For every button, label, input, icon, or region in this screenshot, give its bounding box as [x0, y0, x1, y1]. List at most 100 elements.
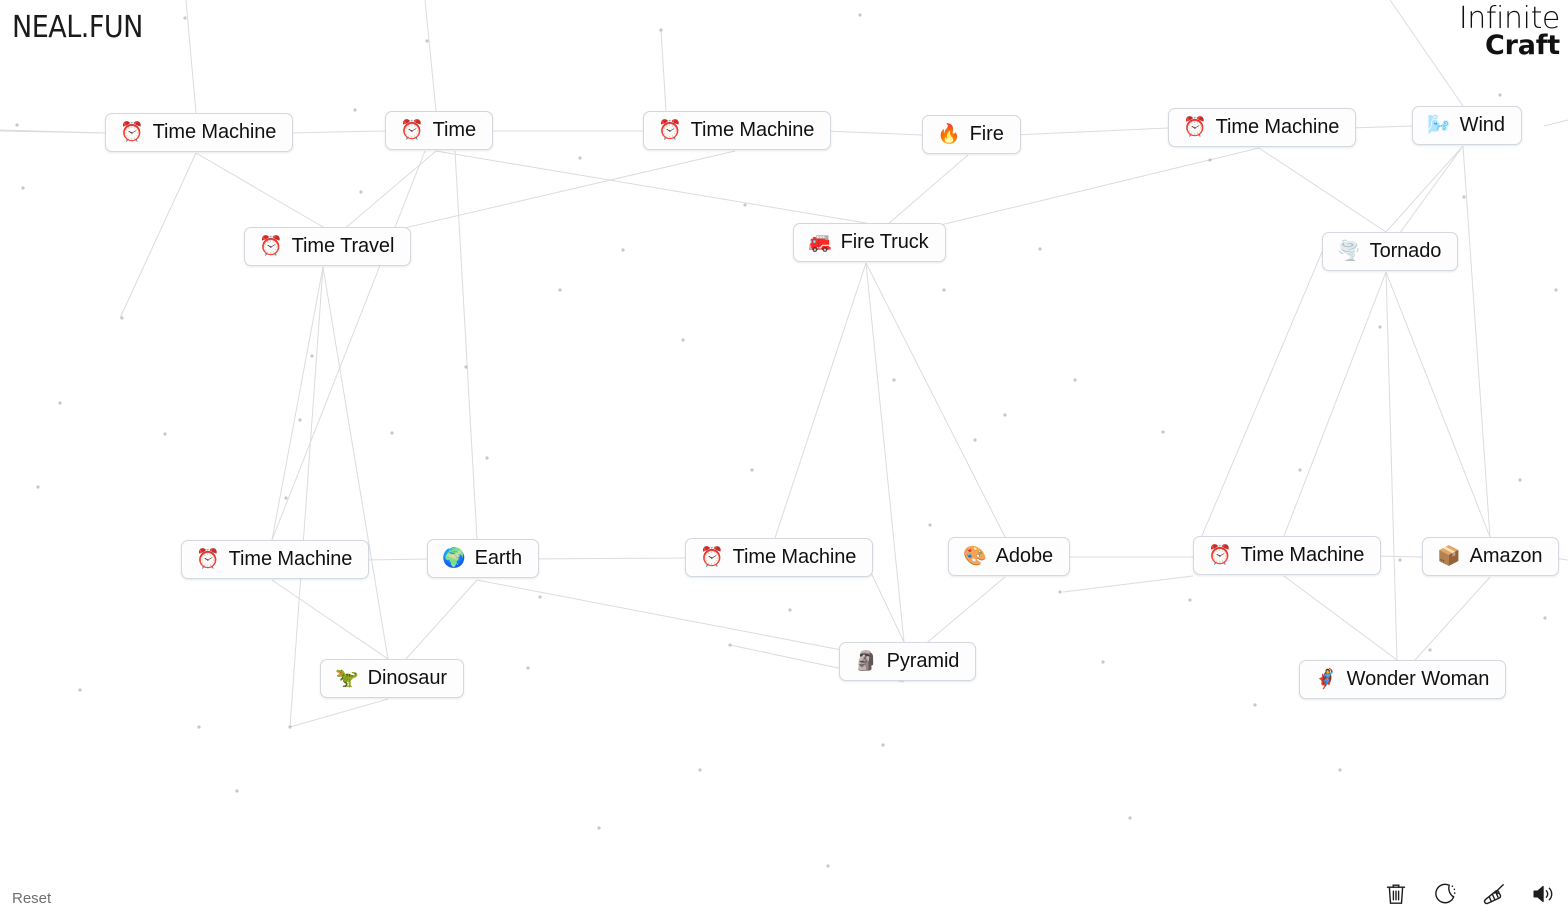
- neal-fun-logo[interactable]: NEAL.FUN: [12, 10, 143, 45]
- connection-line: [195, 152, 324, 228]
- background-dot: [1498, 93, 1502, 97]
- background-dot: [58, 401, 62, 405]
- connection-line: [526, 557, 686, 560]
- element-card[interactable]: 🔥 Fire: [922, 115, 1021, 154]
- element-label: Time: [432, 119, 476, 141]
- background-dot: [36, 485, 40, 489]
- connection-line: [119, 152, 197, 319]
- element-card[interactable]: 🌪️ Tornado: [1322, 232, 1459, 271]
- element-card[interactable]: 📦 Amazon: [1422, 537, 1560, 576]
- background-dot: [235, 789, 239, 793]
- dinosaur-icon: 🦖: [335, 666, 359, 689]
- element-card[interactable]: ⏰ Time: [385, 111, 493, 150]
- element-card[interactable]: ⏰ Time Machine: [105, 113, 294, 152]
- connection-line: [1283, 575, 1398, 661]
- element-label: Earth: [474, 547, 522, 569]
- element-card[interactable]: 🎨 Adobe: [948, 537, 1071, 576]
- tornado-icon: 🌪️: [1337, 239, 1361, 262]
- background-dot: [485, 456, 489, 460]
- element-card[interactable]: ⏰ Time Travel: [244, 227, 412, 266]
- earth-icon: 🌍: [442, 546, 466, 569]
- background-dot: [163, 432, 167, 436]
- package-icon: 📦: [1437, 544, 1461, 567]
- background-dot: [310, 354, 314, 358]
- craft-board[interactable]: NEAL.FUN Infinite Craft ⏰ Time Machine ⏰ Ti…: [0, 0, 1568, 915]
- background-dot: [353, 108, 357, 112]
- background-dot: [1038, 247, 1042, 251]
- element-card[interactable]: 🗿 Pyramid: [839, 642, 977, 681]
- background-dot: [597, 826, 601, 830]
- element-label: Adobe: [995, 545, 1054, 567]
- element-label: Time Travel: [291, 235, 395, 257]
- wind-icon: 🌬️: [1427, 113, 1451, 136]
- background-dot: [743, 203, 747, 207]
- fire-truck-icon: 🚒: [808, 230, 832, 253]
- background-dot: [298, 418, 302, 422]
- connection-line: [1192, 251, 1323, 558]
- element-card[interactable]: ⏰ Time Machine: [1193, 536, 1382, 575]
- element-label: Pyramid: [886, 650, 960, 672]
- background-dot: [120, 316, 124, 320]
- element-card[interactable]: 🦸‍♀️ Wonder Woman: [1299, 660, 1507, 699]
- alarm-clock-icon: ⏰: [120, 120, 144, 143]
- background-dot: [681, 338, 685, 342]
- connection-line: [1389, 0, 1464, 107]
- connection-line: [1543, 119, 1568, 127]
- page-title-line1: Infinite: [1458, 1, 1561, 36]
- background-dot: [1378, 325, 1382, 329]
- background-dot: [78, 688, 82, 692]
- element-card[interactable]: ⏰ Time Machine: [1168, 108, 1357, 147]
- connection-line: [185, 0, 197, 114]
- element-card[interactable]: 🦖 Dinosaur: [320, 659, 464, 698]
- background-dot: [21, 186, 25, 190]
- element-card[interactable]: 🚒 Fire Truck: [793, 223, 946, 262]
- speaker-icon[interactable]: [1528, 879, 1558, 909]
- element-card[interactable]: 🌍 Earth: [427, 539, 539, 578]
- background-dot: [698, 768, 702, 772]
- element-card[interactable]: ⏰ Time Machine: [685, 538, 874, 577]
- background-dot: [858, 13, 862, 17]
- connection-line: [287, 130, 386, 134]
- connection-line: [454, 150, 478, 540]
- element-card[interactable]: ⏰ Time Machine: [181, 540, 370, 579]
- background-dot: [284, 496, 288, 500]
- background-dot: [1253, 703, 1257, 707]
- connection-line: [1013, 127, 1169, 136]
- palette-icon: 🎨: [963, 544, 987, 567]
- moai-icon: 🗿: [854, 649, 878, 672]
- element-label: Tornado: [1369, 240, 1442, 262]
- reset-button[interactable]: Reset: [12, 890, 51, 907]
- connection-line: [865, 262, 905, 643]
- connection-line: [322, 266, 389, 660]
- background-dot: [1543, 616, 1547, 620]
- element-label: Time Machine: [1240, 544, 1365, 566]
- trash-icon[interactable]: [1381, 879, 1411, 909]
- connection-line: [0, 130, 106, 134]
- element-card[interactable]: ⏰ Time Machine: [643, 111, 832, 150]
- connection-line: [1283, 271, 1387, 537]
- background-dot: [750, 468, 754, 472]
- element-label: Amazon: [1469, 545, 1543, 567]
- connection-line: [271, 266, 324, 541]
- connection-line: [271, 150, 426, 541]
- page-title: Infinite Craft: [1458, 1, 1561, 60]
- background-dot: [1554, 288, 1558, 292]
- background-dot: [942, 288, 946, 292]
- alarm-clock-icon: ⏰: [400, 118, 424, 141]
- connection-line: [774, 262, 867, 539]
- background-dot: [390, 431, 394, 435]
- element-label: Time Machine: [228, 548, 353, 570]
- element-label: Time Machine: [1215, 116, 1340, 138]
- background-dot: [1161, 430, 1165, 434]
- broom-icon[interactable]: [1479, 879, 1509, 909]
- moon-icon[interactable]: [1430, 879, 1460, 909]
- connection-line: [865, 262, 1006, 538]
- background-dot: [526, 666, 530, 670]
- background-dot: [538, 595, 542, 599]
- element-card[interactable]: 🌬️ Wind: [1412, 106, 1522, 145]
- alarm-clock-icon: ⏰: [259, 234, 283, 257]
- background-dot: [1398, 558, 1402, 562]
- connection-line: [1462, 145, 1491, 538]
- background-dot: [464, 365, 468, 369]
- element-label: Fire Truck: [840, 231, 929, 253]
